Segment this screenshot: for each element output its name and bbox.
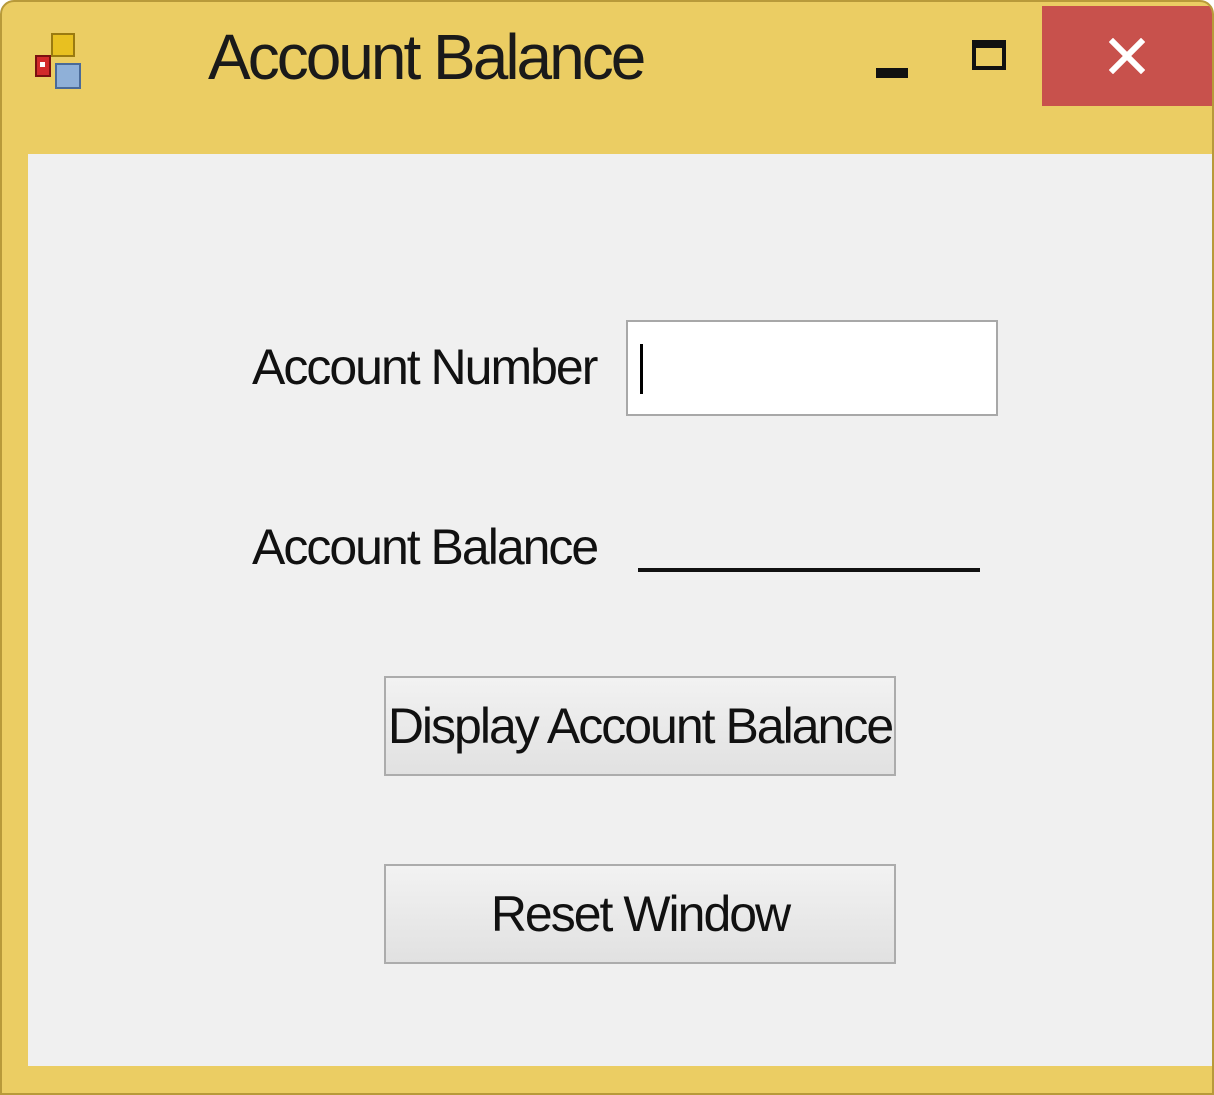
display-account-balance-button[interactable]: Display Account Balance <box>384 676 896 776</box>
account-balance-label: Account Balance <box>252 519 599 575</box>
maximize-icon <box>972 40 1006 70</box>
minimize-button[interactable] <box>852 6 942 106</box>
window-title: Account Balance <box>208 21 646 93</box>
reset-window-button[interactable]: Reset Window <box>384 864 896 964</box>
minimize-icon <box>876 68 908 78</box>
text-caret <box>640 344 643 394</box>
account-number-input[interactable] <box>628 322 996 414</box>
form-client-area: Account Number Account Balance Display A… <box>28 154 1212 1066</box>
account-number-label: Account Number <box>252 339 598 395</box>
windows-form-icon[interactable] <box>32 32 88 96</box>
close-button[interactable] <box>1042 6 1212 106</box>
maximize-button[interactable] <box>952 6 1032 106</box>
title-bar[interactable]: Account Balance <box>2 2 1212 152</box>
account-balance-value <box>638 516 980 572</box>
close-icon <box>1109 38 1145 74</box>
app-window: Account Balance Account Number Account B… <box>0 0 1214 1095</box>
account-number-input-box[interactable] <box>626 320 998 416</box>
